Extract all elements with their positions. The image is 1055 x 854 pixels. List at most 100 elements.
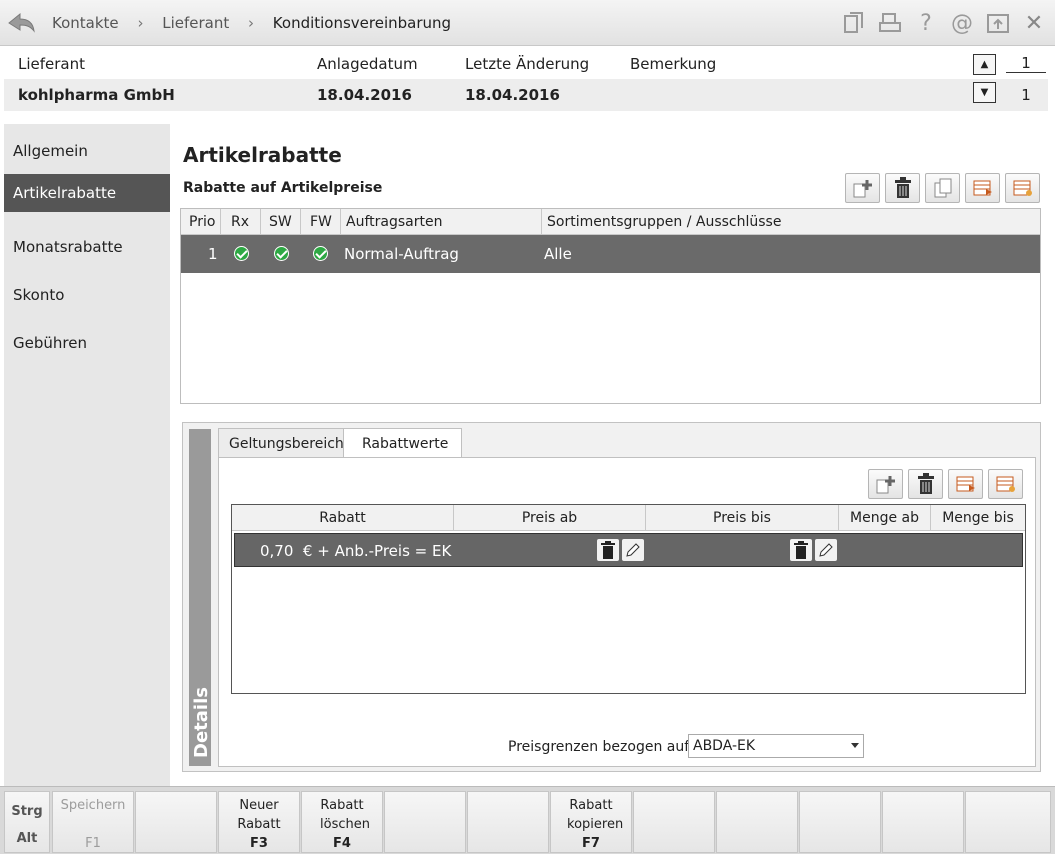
row-sortimentsgruppen: Alle [544,245,572,263]
tab-geltungsbereich[interactable]: Geltungsbereich [218,428,355,458]
column-preis-ab[interactable]: Preis ab [454,505,646,531]
preisgrenzen-select[interactable]: ABDA-EK [688,734,864,758]
fkey-f5[interactable] [384,791,466,853]
column-prio[interactable]: Prio [181,209,221,235]
sidebar: Allgemein Artikelrabatte Monatsrabatte S… [4,124,180,786]
new-rule-button[interactable] [845,173,880,203]
row-rabatt: 0,70 € + Anb.-Preis = EK [260,542,452,560]
sidebar-item-gebuehren[interactable]: Gebühren [4,324,170,362]
fkey-f11[interactable] [882,791,964,853]
table-header: Prio Rx SW FW Auftragsarten Sortimentsgr… [181,209,1040,235]
row-prio: 1 [208,245,218,263]
import-value-button[interactable] [988,469,1023,499]
label-lieferant: Lieferant [18,55,86,73]
copy-icon[interactable] [839,8,869,38]
preisgrenzen-label: Preisgrenzen bezogen auf [508,739,690,755]
record-up-button[interactable]: ▲ [973,54,996,75]
tab-rabattwerte[interactable]: Rabattwerte [343,428,462,459]
export-rule-button[interactable] [965,173,1000,203]
label-anlagedatum: Anlagedatum [317,55,418,73]
export-value-button[interactable] [948,469,983,499]
fkey-f7-rabatt-kopieren[interactable]: Rabatt kopieren F7 [550,791,632,853]
label-bemerkung: Bemerkung [630,55,717,73]
column-rabatt[interactable]: Rabatt [232,505,454,531]
chevron-right-icon: › [248,14,255,32]
fkey-f9[interactable] [716,791,798,853]
sidebar-item-allgemein[interactable]: Allgemein [4,132,170,170]
record-current: 1 [1006,54,1046,73]
fkey-f12[interactable] [965,791,1051,853]
check-icon [274,246,289,265]
function-key-bar: Strg Alt Speichern F1 Neuer Rabatt F3 Ra… [0,786,1055,854]
fkey-f6[interactable] [467,791,549,853]
delete-rule-button[interactable] [885,173,920,203]
fkey-f4-rabatt-loeschen[interactable]: Rabatt löschen F4 [301,791,383,853]
letzte-aenderung-value: 18.04.2016 [465,86,560,104]
record-total: 1 [1021,86,1031,104]
delete-value-button[interactable] [908,469,943,499]
fkey-f1-speichern[interactable]: Speichern F1 [52,791,134,853]
details-sidebar: Details [189,429,212,766]
fkey-label: Rabatt kopieren [567,798,624,832]
trash-icon[interactable] [790,539,812,561]
window-icon[interactable] [983,8,1013,38]
details-label: Details [191,687,212,758]
fkey-f10[interactable] [799,791,881,853]
top-bar: Kontakte › Lieferant › Konditionsvereinb… [0,0,1055,46]
close-icon[interactable]: ✕ [1019,8,1049,38]
column-menge-bis[interactable]: Menge bis [931,505,1025,531]
table-header: Rabatt Preis ab Preis bis Menge ab Menge… [232,505,1025,531]
column-rx[interactable]: Rx [221,209,261,235]
fkey-key: F7 [582,836,600,851]
pencil-icon[interactable] [815,539,837,561]
fkey-f8[interactable] [633,791,715,853]
import-rule-button[interactable] [1005,173,1040,203]
record-down-button[interactable]: ▼ [973,82,996,103]
column-fw[interactable]: FW [301,209,341,235]
strg-label[interactable]: Strg [5,804,49,819]
discount-rules-table: Prio Rx SW FW Auftragsarten Sortimentsgr… [180,208,1041,404]
table-row[interactable]: 0,70 € + Anb.-Preis = EK [234,533,1023,567]
modifier-keys: Strg Alt [4,791,50,853]
sidebar-item-monatsrabatte[interactable]: Monatsrabatte [4,228,170,266]
help-icon[interactable]: ? [911,8,941,38]
table-row[interactable]: 1 Normal-Auftrag Alle [181,235,1040,273]
main-panel: Artikelrabatte Rabatte auf Artikelpreise… [170,124,1051,786]
new-value-button[interactable] [868,469,903,499]
fkey-f3-neuer-rabatt[interactable]: Neuer Rabatt F3 [218,791,300,853]
copy-rule-button[interactable] [925,173,960,203]
pencil-icon[interactable] [622,539,644,561]
breadcrumb-konditionsvereinbarung: Konditionsvereinbarung [272,14,452,32]
column-auftragsarten[interactable]: Auftragsarten [341,209,542,235]
alt-label[interactable]: Alt [5,831,49,846]
section-title: Rabatte auf Artikelpreise [183,180,383,196]
column-preis-bis[interactable]: Preis bis [646,505,839,531]
label-letzte-aenderung: Letzte Änderung [465,55,590,73]
check-icon [234,246,249,265]
supplier-header: Lieferant Anlagedatum Letzte Änderung Be… [0,46,1055,116]
email-icon[interactable]: @ [947,8,977,38]
fkey-label: Rabatt löschen [320,798,370,832]
fkey-key: F4 [333,836,351,851]
details-panel: Details Geltungsbereich Rabattwerte Raba… [182,422,1041,772]
trash-icon[interactable] [597,539,619,561]
print-icon[interactable] [875,8,905,38]
breadcrumb-lieferant[interactable]: Lieferant [162,14,229,32]
back-arrow-icon[interactable] [6,9,36,37]
fkey-key: F1 [85,836,101,851]
sidebar-item-artikelrabatte[interactable]: Artikelrabatte [4,174,180,212]
column-sortimentsgruppen[interactable]: Sortimentsgruppen / Ausschlüsse [542,209,1040,235]
rabattwerte-panel: Rabatt Preis ab Preis bis Menge ab Menge… [218,457,1036,767]
row-auftragsarten: Normal-Auftrag [344,245,459,263]
column-sw[interactable]: SW [261,209,301,235]
anlagedatum-value: 18.04.2016 [317,86,412,104]
chevron-right-icon: › [137,14,144,32]
supplier-row: kohlpharma GmbH 18.04.2016 18.04.2016 ▼ … [4,79,1048,111]
window-toolbar: ? @ ✕ [839,8,1049,38]
column-menge-ab[interactable]: Menge ab [839,505,931,531]
fkey-f2[interactable] [135,791,217,853]
sidebar-item-skonto[interactable]: Skonto [4,276,170,314]
lieferant-value: kohlpharma GmbH [18,86,175,104]
breadcrumb-kontakte[interactable]: Kontakte [52,14,119,32]
page-title: Artikelrabatte [183,143,342,167]
